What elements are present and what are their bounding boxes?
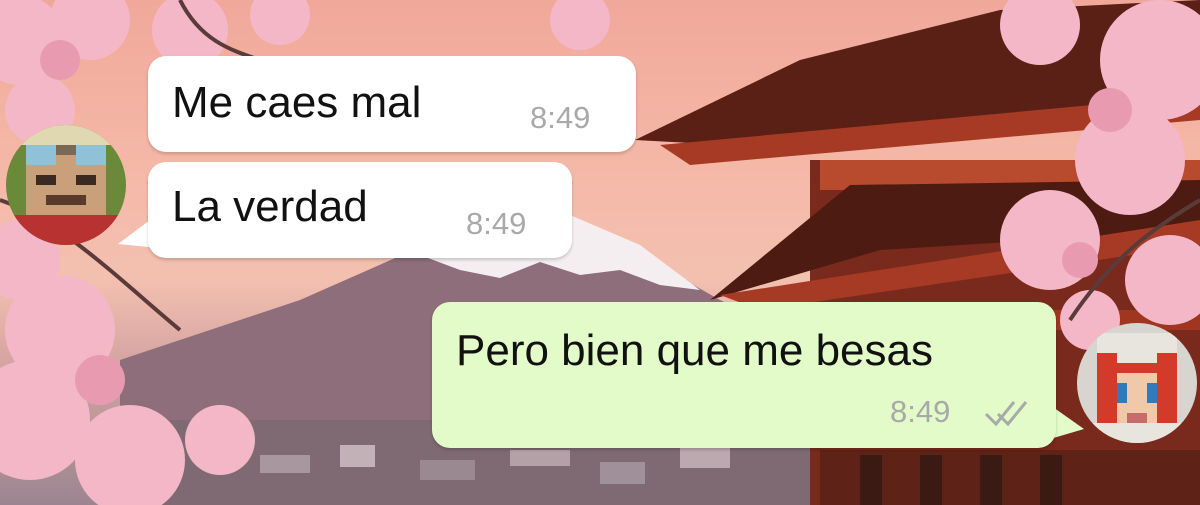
message-text: Pero bien que me besas <box>456 326 933 375</box>
pixel-avatar-red-hair-icon <box>1077 323 1197 443</box>
message-bubble-outgoing[interactable]: Pero bien que me besas 8:49 <box>432 302 1056 448</box>
message-time: 8:49 <box>466 206 527 241</box>
pixel-avatar-goggles-icon <box>6 125 126 245</box>
message-text: La verdad <box>172 182 368 231</box>
double-check-icon <box>984 401 1028 427</box>
message-text: Me caes mal <box>172 78 422 127</box>
message-time: 8:49 <box>890 394 951 429</box>
my-avatar[interactable] <box>1077 323 1197 443</box>
message-time: 8:49 <box>530 100 591 135</box>
contact-avatar[interactable] <box>6 125 126 245</box>
message-bubble-incoming[interactable]: La verdad 8:49 <box>148 162 572 258</box>
message-bubble-incoming[interactable]: Me caes mal 8:49 <box>148 56 636 152</box>
bubble-tail <box>1050 405 1084 439</box>
